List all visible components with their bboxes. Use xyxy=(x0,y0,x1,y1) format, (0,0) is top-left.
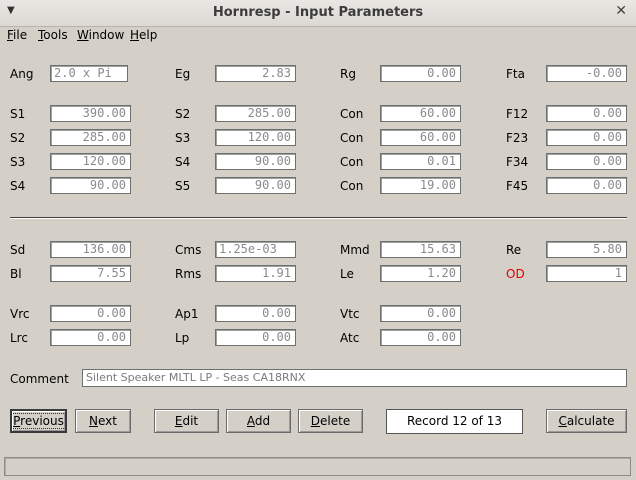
status-bar xyxy=(4,457,631,476)
vrc-field[interactable]: 0.00 xyxy=(50,305,131,322)
bl-field[interactable]: 7.55 xyxy=(50,265,131,282)
con2-field[interactable]: 60.00 xyxy=(380,129,461,146)
con4-field[interactable]: 19.00 xyxy=(380,177,461,194)
con4-label: Con xyxy=(340,179,364,193)
lrc-label: Lrc xyxy=(10,331,28,345)
f23-field[interactable]: 0.00 xyxy=(546,129,627,146)
f23-label: F23 xyxy=(506,131,529,145)
f34-label: F34 xyxy=(506,155,529,169)
menu-tools[interactable]: Tools xyxy=(38,28,68,42)
rms-field[interactable]: 1.91 xyxy=(215,265,296,282)
comment-label: Comment xyxy=(10,372,69,386)
fta-field[interactable]: -0.00 xyxy=(546,65,627,82)
con1-field[interactable]: 60.00 xyxy=(380,105,461,122)
eg-field[interactable]: 2.83 xyxy=(215,65,296,82)
calculate-button[interactable]: Calculate xyxy=(546,409,627,433)
f45-label: F45 xyxy=(506,179,529,193)
edit-button[interactable]: Edit xyxy=(154,409,219,433)
con2-label: Con xyxy=(340,131,364,145)
s5-field[interactable]: 90.00 xyxy=(215,177,296,194)
sd-label: Sd xyxy=(10,243,26,257)
vtc-field[interactable]: 0.00 xyxy=(380,305,461,322)
next-button[interactable]: Next xyxy=(75,409,131,433)
s3-row-label: S3 xyxy=(10,155,26,169)
con3-label: Con xyxy=(340,155,364,169)
lrc-field[interactable]: 0.00 xyxy=(50,329,131,346)
menu-file[interactable]: File xyxy=(7,28,27,42)
le-label: Le xyxy=(340,267,354,281)
menu-bar: File Tools Window Help xyxy=(0,27,636,45)
s2-row-field[interactable]: 285.00 xyxy=(50,129,131,146)
delete-button[interactable]: Delete xyxy=(298,409,363,433)
separator-line xyxy=(10,217,627,219)
s2-label: S2 xyxy=(175,107,191,121)
s1-field[interactable]: 390.00 xyxy=(50,105,131,122)
s2-field[interactable]: 285.00 xyxy=(215,105,296,122)
close-icon[interactable]: ✕ xyxy=(615,3,627,19)
title-bar: ▼ Hornresp - Input Parameters ✕ xyxy=(0,0,636,27)
lp-label: Lp xyxy=(175,331,190,345)
previous-button[interactable]: Previous xyxy=(10,409,67,433)
comment-field[interactable]: Silent Speaker MLTL LP - Seas CA18RNX xyxy=(82,369,627,387)
rms-label: Rms xyxy=(175,267,202,281)
vtc-label: Vtc xyxy=(340,307,360,321)
s5-label: S5 xyxy=(175,179,191,193)
cms-label: Cms xyxy=(175,243,202,257)
ang-label: Ang xyxy=(10,67,34,81)
od-label[interactable]: OD xyxy=(506,267,525,281)
eg-label: Eg xyxy=(175,67,191,81)
re-label: Re xyxy=(506,243,522,257)
menu-window[interactable]: Window xyxy=(77,28,124,42)
re-field[interactable]: 5.80 xyxy=(546,241,627,258)
rg-field[interactable]: 0.00 xyxy=(380,65,461,82)
con1-label: Con xyxy=(340,107,364,121)
con3-field[interactable]: 0.01 xyxy=(380,153,461,170)
f34-field[interactable]: 0.00 xyxy=(546,153,627,170)
record-indicator: Record 12 of 13 xyxy=(386,409,523,434)
od-field[interactable]: 1 xyxy=(546,265,627,282)
s3-row-field[interactable]: 120.00 xyxy=(50,153,131,170)
mmd-label: Mmd xyxy=(340,243,370,257)
f45-field[interactable]: 0.00 xyxy=(546,177,627,194)
s4-row-label: S4 xyxy=(10,179,26,193)
ap1-field[interactable]: 0.00 xyxy=(215,305,296,322)
atc-field[interactable]: 0.00 xyxy=(380,329,461,346)
s4-row-field[interactable]: 90.00 xyxy=(50,177,131,194)
s4-field[interactable]: 90.00 xyxy=(215,153,296,170)
atc-label: Atc xyxy=(340,331,360,345)
s1-label: S1 xyxy=(10,107,26,121)
sd-field[interactable]: 136.00 xyxy=(50,241,131,258)
s4-label: S4 xyxy=(175,155,191,169)
ang-field[interactable]: 2.0 x Pi xyxy=(50,65,128,82)
s2-row-label: S2 xyxy=(10,131,26,145)
window-title: Hornresp - Input Parameters xyxy=(212,5,424,20)
mmd-field[interactable]: 15.63 xyxy=(380,241,461,258)
f12-field[interactable]: 0.00 xyxy=(546,105,627,122)
menu-help[interactable]: Help xyxy=(130,28,157,42)
add-button[interactable]: Add xyxy=(226,409,291,433)
bl-label: Bl xyxy=(10,267,22,281)
rg-label: Rg xyxy=(340,67,356,81)
le-field[interactable]: 1.20 xyxy=(380,265,461,282)
vrc-label: Vrc xyxy=(10,307,30,321)
s3-label: S3 xyxy=(175,131,191,145)
cms-field[interactable]: 1.25e-03 xyxy=(215,241,296,258)
f12-label: F12 xyxy=(506,107,529,121)
fta-label: Fta xyxy=(506,67,525,81)
s3-field[interactable]: 120.00 xyxy=(215,129,296,146)
lp-field[interactable]: 0.00 xyxy=(215,329,296,346)
ap1-label: Ap1 xyxy=(175,307,199,321)
